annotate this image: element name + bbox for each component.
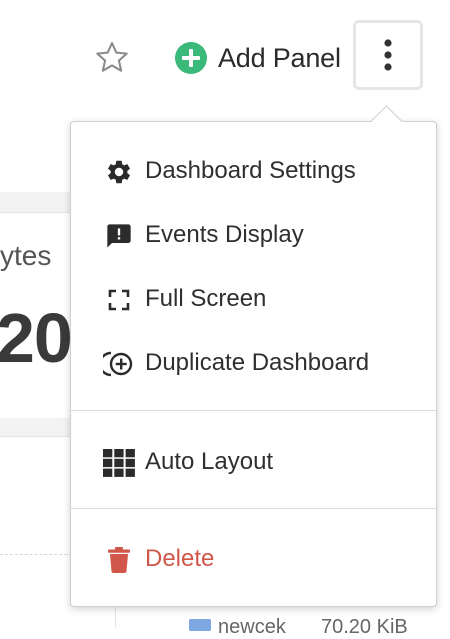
graph-gridline <box>0 554 72 555</box>
menu-item-label: Duplicate Dashboard <box>145 349 370 376</box>
menu-item-delete[interactable]: Delete <box>71 532 436 586</box>
graph-legend: newcek 70.20 KiB <box>115 604 450 638</box>
menu-divider <box>71 508 436 509</box>
dashboard-options-menu: Dashboard Settings Events Display Full S… <box>70 121 437 607</box>
menu-item-full-screen[interactable]: Full Screen <box>71 272 436 326</box>
menu-item-events-display[interactable]: Events Display <box>71 208 436 262</box>
menu-item-label: Dashboard Settings <box>145 157 356 184</box>
add-panel-label: Add Panel <box>218 42 341 73</box>
menu-item-label: Events Display <box>145 221 304 248</box>
menu-item-label: Auto Layout <box>145 448 274 475</box>
fullscreen-icon <box>103 284 135 316</box>
star-outline-icon <box>96 42 128 72</box>
dashboard-toolbar: Add Panel <box>0 0 450 118</box>
legend-swatch <box>189 619 211 631</box>
more-options-button[interactable] <box>353 20 423 90</box>
menu-item-label: Delete <box>145 545 215 572</box>
duplicate-plus-icon <box>103 348 135 380</box>
menu-item-dashboard-settings[interactable]: Dashboard Settings <box>71 144 436 198</box>
plus-circle-icon <box>174 41 208 75</box>
message-alert-icon <box>103 220 135 252</box>
kebab-vertical-icon <box>384 39 392 71</box>
stat-panel-unit: ytes <box>0 240 52 271</box>
menu-item-duplicate-dashboard[interactable]: Duplicate Dashboard <box>71 336 436 390</box>
gear-icon <box>103 156 135 188</box>
menu-item-auto-layout[interactable]: Auto Layout <box>71 435 436 489</box>
favorite-star-button[interactable] <box>92 38 132 78</box>
grid-icon <box>103 447 135 479</box>
trash-icon <box>103 544 135 576</box>
menu-item-label: Full Screen <box>145 285 267 312</box>
add-panel-button[interactable]: Add Panel <box>174 38 341 78</box>
menu-divider <box>71 410 436 411</box>
